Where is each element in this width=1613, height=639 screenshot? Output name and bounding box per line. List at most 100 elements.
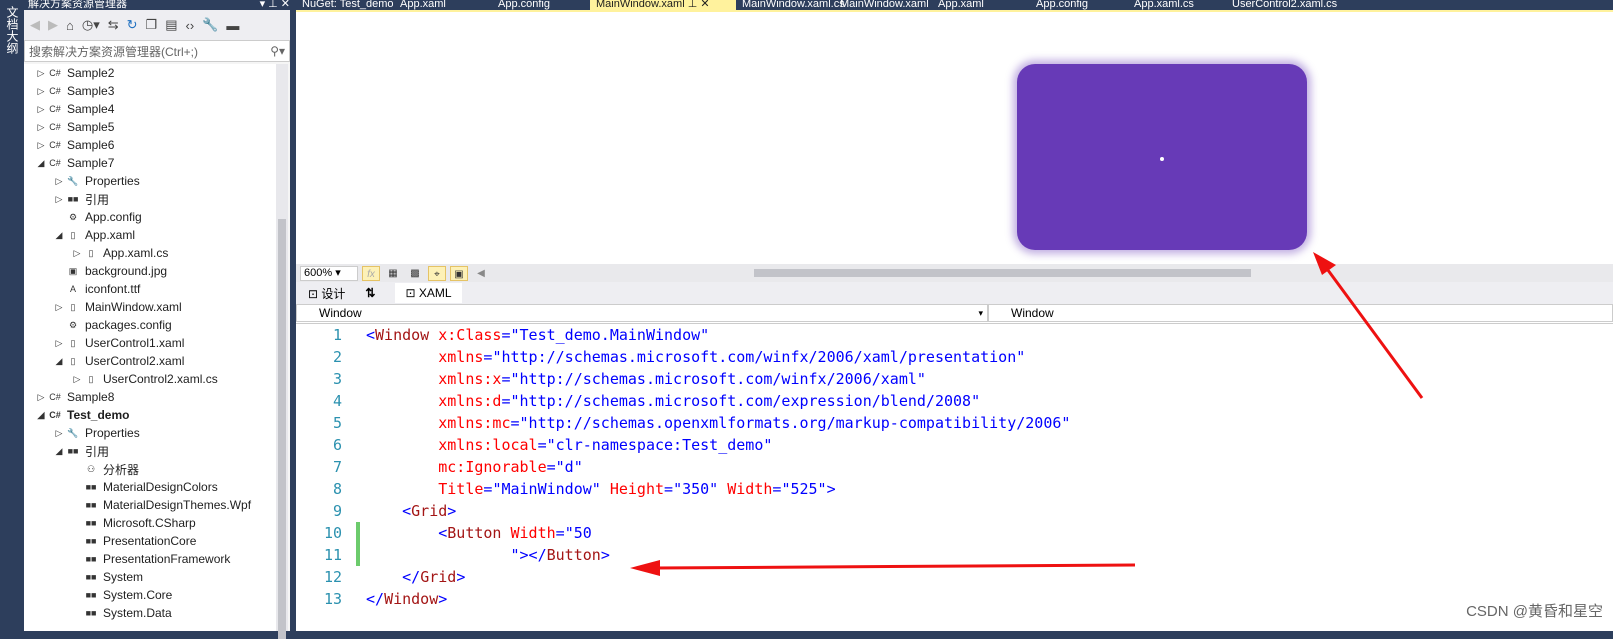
code-token: = [772,480,782,498]
snap-grid-icon[interactable]: ▩ [406,266,424,281]
expand-icon[interactable]: ▷ [52,176,66,187]
tree-item[interactable]: ◢ C# Sample7 [24,154,276,172]
code-line: 13 </Window > [296,588,1613,610]
xaml-editor[interactable]: 1 < Window x:Class = "Test_demo.MainWindow" 2… [296,324,1613,631]
tree-item[interactable]: ▷ C# Sample3 [24,82,276,100]
refresh-icon[interactable]: ↻ [127,17,138,33]
tree-item[interactable]: ▷ ■■ 引用 [24,190,276,208]
tree-item[interactable]: ▷ ▯ UserControl1.xaml [24,334,276,352]
designer-toolbar: 600% ▾ fx ▦ ▩ ⌖ ▣ ◀ [296,264,1613,282]
zoom-select[interactable]: 600% ▾ [300,265,358,281]
expand-icon[interactable]: ▷ [34,122,48,133]
tree-item[interactable]: ⚙ packages.config [24,316,276,334]
expand-icon[interactable]: ◢ [52,446,66,457]
history-icon[interactable]: ◷▾ [82,17,100,33]
tree-item[interactable]: ▷ C# Sample6 [24,136,276,154]
tree-item[interactable]: ◢ ■■ 引用 [24,442,276,460]
expand-icon[interactable]: ▷ [34,68,48,79]
tree-item[interactable]: ⚙ App.config [24,208,276,226]
tree-item[interactable]: ▷ C# Sample8 [24,388,276,406]
tree-item[interactable]: ■■ System.Data [24,604,276,622]
expand-icon[interactable]: ▷ [70,374,84,385]
expand-icon[interactable]: ▷ [34,86,48,97]
tree-item[interactable]: ◢ C# Test_demo [24,406,276,424]
scrollbar-thumb[interactable] [278,219,286,639]
tree-item[interactable]: ■■ System.Core [24,586,276,604]
tab-document[interactable]: App.config [492,0,590,10]
code-token: Title [366,480,484,498]
tree-item[interactable]: ▷ ▯ UserControl2.xaml.cs [24,370,276,388]
pane-buttons[interactable]: ▾ ⊥ ✕ [260,0,290,10]
tab-document[interactable]: UserControl2.xaml.cs [1226,0,1337,10]
expand-icon[interactable]: ▷ [52,338,66,349]
expand-icon[interactable]: ▷ [52,302,66,313]
expand-icon[interactable]: ▷ [34,140,48,151]
tree-item[interactable]: ◢ ▯ App.xaml [24,226,276,244]
tab-document[interactable]: MainWindow.xaml [834,0,932,10]
code-token: "clr-namespace:Test_demo" [546,436,773,454]
code-token: </ [366,568,421,586]
tree-item[interactable]: ▷ ▯ MainWindow.xaml [24,298,276,316]
view-code-icon[interactable]: ‹› [186,18,195,33]
snap-lines-icon[interactable]: ⌖ [428,265,446,281]
forward-icon[interactable]: ▶ [48,17,58,33]
tab-document[interactable]: App.xaml [932,0,1030,10]
tree-item[interactable]: ▷ 🔧 Properties [24,424,276,442]
tree-item[interactable]: ◢ ▯ UserControl2.xaml [24,352,276,370]
tab-document[interactable]: NuGet: Test_demo [296,0,394,10]
tree-item[interactable]: ■■ System [24,568,276,586]
expand-icon[interactable]: ◢ [52,230,66,241]
collapse-all-icon[interactable]: ❐ [146,17,158,33]
home-icon[interactable]: ⌂ [66,18,74,33]
design-surface[interactable] [296,10,1613,264]
tree-item[interactable]: ▷ C# Sample4 [24,100,276,118]
tree-item[interactable]: ■■ PresentationCore [24,532,276,550]
tab-document[interactable]: App.xaml [394,0,492,10]
expand-icon[interactable]: ▷ [52,428,66,439]
code-token: xmlns:x [366,370,502,388]
tree-item[interactable]: ⚇ 分析器 [24,460,276,478]
tab-document[interactable]: App.config [1030,0,1128,10]
tree-scrollbar[interactable] [276,64,288,639]
fx-icon[interactable]: fx [362,265,380,281]
project-code-icon[interactable]: ▣ [450,265,468,281]
tree-item[interactable]: Aiconfont.ttf [24,280,276,298]
scroll-left-icon[interactable]: ◀ [472,266,490,281]
preview-icon[interactable]: ▬ [226,18,239,33]
search-icon[interactable]: ⚲▾ [270,44,285,58]
tab-design[interactable]: ⊡ 设计 [308,285,345,302]
element-dropdown-right[interactable]: Window [988,304,1613,322]
document-outline-tab[interactable]: 文档大纲 [0,0,22,631]
tree-item[interactable]: ■■ PresentationFramework [24,550,276,568]
sync-icon[interactable]: ⇆ [108,17,119,33]
expand-icon[interactable]: ▷ [34,104,48,115]
tree-item[interactable]: ▷ C# Sample5 [24,118,276,136]
expand-icon[interactable]: ▷ [70,248,84,259]
expand-icon[interactable]: ◢ [52,356,66,367]
properties-wrench-icon[interactable]: 🔧 [202,17,218,33]
element-dropdown-left[interactable]: Window ▾ [296,304,988,322]
tree-item[interactable]: ▷ C# Sample2 [24,64,276,82]
expand-icon[interactable]: ▷ [52,194,66,205]
tree-item[interactable]: ■■ MaterialDesignThemes.Wpf [24,496,276,514]
expand-icon[interactable]: ▷ [34,392,48,403]
file-icon: ■■ [85,554,97,564]
grid-icon[interactable]: ▦ [384,266,402,281]
back-icon[interactable]: ◀ [30,17,40,33]
solution-search-input[interactable]: 搜索解决方案资源管理器(Ctrl+;) ⚲▾ [24,40,290,62]
tree-item[interactable]: ▷ ▯ App.xaml.cs [24,244,276,262]
tab-document[interactable]: MainWindow.xaml.cs [736,0,845,10]
tab-xaml[interactable]: ⊡ XAML [395,283,462,303]
tree-item[interactable]: ▣ background.jpg [24,262,276,280]
tree-item[interactable]: ■■ MaterialDesignColors [24,478,276,496]
tree-item[interactable]: ▷ 🔧 Properties [24,172,276,190]
show-all-files-icon[interactable]: ▤ [165,17,177,33]
expand-icon[interactable]: ◢ [34,158,48,169]
tab-document[interactable]: App.xaml.cs [1128,0,1226,10]
swap-panes-button[interactable]: ⇅ [365,286,375,300]
button-preview[interactable] [1017,64,1307,250]
tab-document[interactable]: MainWindow.xaml ⊥ ✕ [590,0,736,10]
expand-icon[interactable]: ◢ [34,410,48,421]
horizontal-scrollbar-thumb[interactable] [754,269,1251,277]
tree-item[interactable]: ■■ Microsoft.CSharp [24,514,276,532]
